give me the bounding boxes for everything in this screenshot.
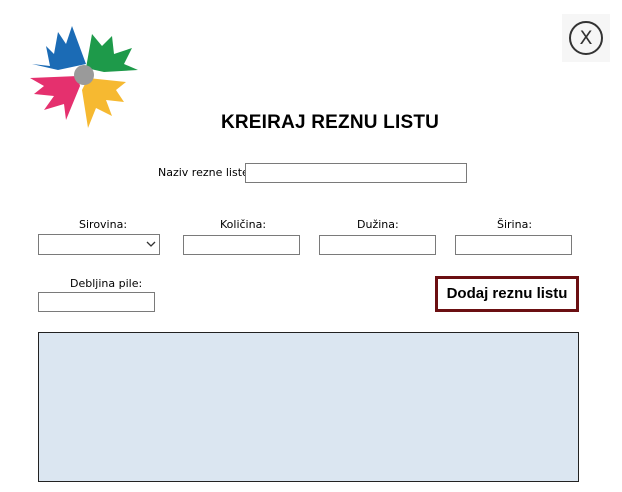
naziv-label: Naziv rezne liste:: [158, 166, 253, 179]
cut-list-grid[interactable]: [38, 332, 579, 482]
close-button[interactable]: X: [562, 14, 610, 62]
create-cut-list-window: X KREIRAJ REZNU LISTU Naziv rezne liste:…: [0, 0, 622, 492]
sirovina-dropdown[interactable]: [38, 234, 160, 255]
page-title: KREIRAJ REZNU LISTU: [220, 112, 440, 133]
debljina-input[interactable]: [38, 292, 155, 312]
sirovina-label: Sirovina:: [79, 218, 128, 231]
close-icon: X: [579, 27, 593, 49]
sirina-input[interactable]: [455, 235, 572, 255]
sirina-label: Širina:: [497, 218, 533, 231]
kolicina-input[interactable]: [183, 235, 300, 255]
company-logo-icon: [30, 26, 138, 128]
chevron-down-icon: [146, 241, 156, 247]
duzina-label: Dužina:: [357, 218, 399, 231]
naziv-input[interactable]: [245, 163, 467, 183]
debljina-label: Debljina pile:: [70, 277, 143, 290]
add-cut-list-button[interactable]: Dodaj reznu listu: [435, 276, 579, 312]
kolicina-label: Količina:: [220, 218, 267, 231]
duzina-input[interactable]: [319, 235, 436, 255]
